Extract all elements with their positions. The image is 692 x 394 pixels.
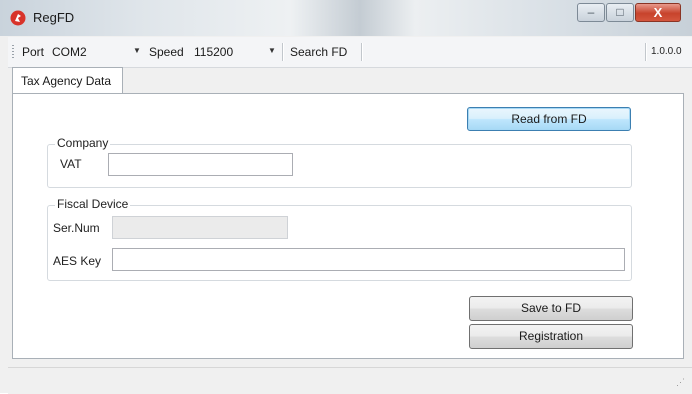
app-logo-icon <box>10 10 26 26</box>
registration-label: Registration <box>518 329 584 343</box>
version-label: 1.0.0.0 <box>651 46 682 57</box>
sernum-field <box>112 216 288 239</box>
tab-tax-agency-data[interactable]: Tax Agency Data <box>12 67 123 94</box>
maximize-button[interactable]: □ <box>606 3 634 22</box>
registration-button[interactable]: Registration <box>469 324 633 349</box>
maximize-icon: □ <box>616 5 624 19</box>
close-icon: X <box>653 5 663 20</box>
company-group-title: Company <box>55 136 111 150</box>
speed-dropdown[interactable]: 115200 <box>194 45 233 59</box>
resize-grip-icon[interactable]: ⋰ <box>676 377 685 388</box>
port-dropdown-arrow-icon[interactable]: ▼ <box>133 46 141 55</box>
minimize-icon: – <box>587 5 595 19</box>
sernum-label: Ser.Num <box>53 221 100 235</box>
close-button[interactable]: X <box>635 3 681 22</box>
tab-label: Tax Agency Data <box>21 74 112 88</box>
toolbar: Port COM2 ▼ Speed 115200 ▼ Search FD 1.0… <box>8 37 692 68</box>
fiscal-device-group-title: Fiscal Device <box>55 197 131 211</box>
vat-label: VAT <box>60 157 82 171</box>
toolbar-separator <box>282 43 283 61</box>
speed-label: Speed <box>149 45 184 59</box>
app-window: RegFD – □ X Port COM2 ▼ Speed 115200 ▼ S… <box>0 0 692 394</box>
aes-key-input[interactable] <box>112 248 625 271</box>
toolbar-separator <box>361 43 362 61</box>
caption-buttons: – □ X <box>577 3 682 23</box>
search-fd-button[interactable]: Search FD <box>290 45 347 59</box>
aes-key-label: AES Key <box>53 254 102 268</box>
title-bar[interactable]: RegFD – □ X <box>0 0 692 36</box>
vat-input[interactable] <box>108 153 293 176</box>
minimize-button[interactable]: – <box>577 3 605 22</box>
port-label: Port <box>22 45 45 59</box>
save-to-fd-button[interactable]: Save to FD <box>469 296 633 321</box>
toolbar-grip[interactable] <box>12 45 14 59</box>
toolbar-separator <box>645 43 646 61</box>
status-bar <box>8 367 692 394</box>
window-title: RegFD <box>33 10 75 25</box>
read-from-fd-button[interactable]: Read from FD <box>467 107 631 131</box>
port-dropdown[interactable]: COM2 <box>52 45 87 59</box>
read-from-fd-label: Read from FD <box>511 112 587 126</box>
speed-dropdown-arrow-icon[interactable]: ▼ <box>268 46 276 55</box>
save-to-fd-label: Save to FD <box>520 301 582 315</box>
